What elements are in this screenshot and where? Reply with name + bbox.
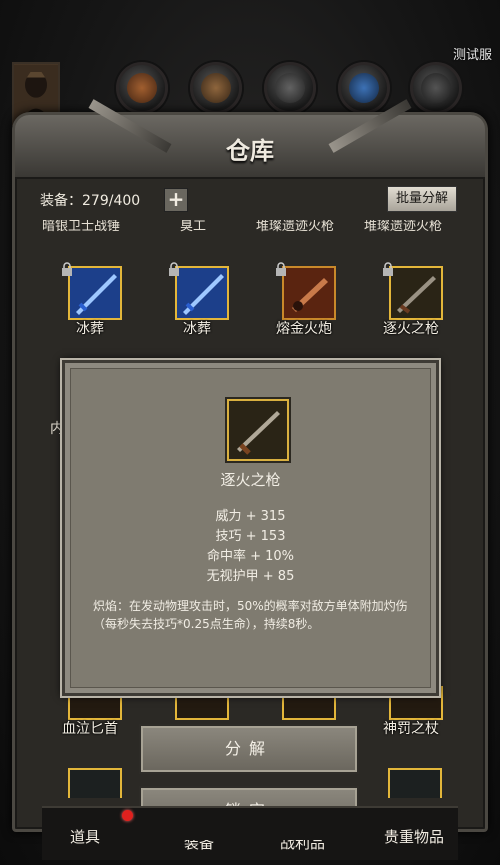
- gear-icon: [421, 73, 451, 103]
- expand-capacity-button[interactable]: +: [164, 188, 188, 212]
- warehouse-title: 仓库: [226, 136, 274, 165]
- lock-icon: [169, 262, 179, 276]
- stat-power: 威力 + 315: [215, 509, 286, 524]
- item-detail-popup: 逐火之枪 威力 + 315 技巧 + 153 命中率 + 10% 无视护甲 + …: [62, 360, 439, 696]
- cannon-icon: [282, 266, 336, 320]
- armor-icon: [127, 73, 157, 103]
- item-slot[interactable]: [68, 768, 122, 798]
- tab-valuables[interactable]: 贵重物品: [384, 826, 444, 847]
- item-name: 血泣匕首: [62, 721, 118, 737]
- item-name: 逐火之枪: [383, 321, 439, 337]
- item-slot[interactable]: 冰葬: [45, 262, 135, 342]
- crystal-icon: [349, 73, 379, 103]
- stat-armor-pierce: 无视护甲 + 85: [206, 569, 295, 584]
- server-label: 测试服: [452, 48, 492, 63]
- popup-description: 炽焰：在发动物理攻击时，50%的概率对敌方单体附加灼伤（每秒失去技巧*0.25点…: [93, 599, 408, 631]
- item-name: 神罚之杖: [383, 721, 439, 737]
- batch-decompose-button[interactable]: 批量分解: [387, 186, 457, 212]
- popup-item-name: 逐火之枪: [220, 471, 281, 489]
- cut-item-label: 臭工: [180, 220, 207, 234]
- blue-gun-icon: [68, 266, 122, 320]
- item-slot[interactable]: 神罚之杖: [366, 686, 456, 766]
- rifle-icon: [389, 266, 443, 320]
- rifle-icon: [227, 399, 289, 461]
- top-slot-2[interactable]: 33583: [190, 62, 242, 130]
- top-slot-1[interactable]: [116, 62, 168, 114]
- top-slot-3[interactable]: 24287: [264, 62, 316, 130]
- scroll-icon: [201, 73, 231, 103]
- item-slot[interactable]: 逐火之枪: [366, 262, 456, 342]
- stat-skill: 技巧 + 153: [215, 529, 286, 544]
- item-slot[interactable]: 熔金火炮: [259, 262, 349, 342]
- lock-icon: [276, 262, 286, 276]
- top-slot-4[interactable]: [338, 62, 390, 114]
- item-slot[interactable]: [388, 768, 442, 798]
- cut-item-label: 堆璨遗迹火枪: [364, 220, 443, 234]
- cut-item-row: 暗银卫士战锤 臭工 堆璨遗迹火枪 堆璨遗迹火枪: [30, 220, 470, 234]
- decompose-button[interactable]: 分解: [139, 724, 359, 774]
- blue-gun-icon: [175, 266, 229, 320]
- notification-dot: [122, 810, 133, 821]
- chest-icon: [275, 73, 305, 103]
- equip-count: 装备：279/400: [40, 193, 141, 209]
- item-slot[interactable]: 血泣匕首: [45, 686, 135, 766]
- warehouse-title-bar: 仓库: [15, 99, 485, 179]
- item-slot[interactable]: 冰葬: [152, 262, 242, 342]
- top-slot-5[interactable]: 572887: [410, 62, 462, 130]
- cut-item-label: 暗银卫士战锤: [42, 220, 121, 234]
- item-name: 冰葬: [76, 321, 104, 337]
- item-name: 熔金火炮: [276, 321, 332, 337]
- lock-icon: [383, 262, 393, 276]
- popup-body: 逐火之枪 威力 + 315 技巧 + 153 命中率 + 10% 无视护甲 + …: [70, 368, 431, 688]
- tab-items[interactable]: 道具: [70, 826, 100, 847]
- stat-accuracy: 命中率 + 10%: [206, 549, 295, 564]
- cut-item-label: 堆璨遗迹火枪: [256, 220, 335, 234]
- item-name: 冰葬: [183, 321, 211, 337]
- lock-icon: [62, 262, 72, 276]
